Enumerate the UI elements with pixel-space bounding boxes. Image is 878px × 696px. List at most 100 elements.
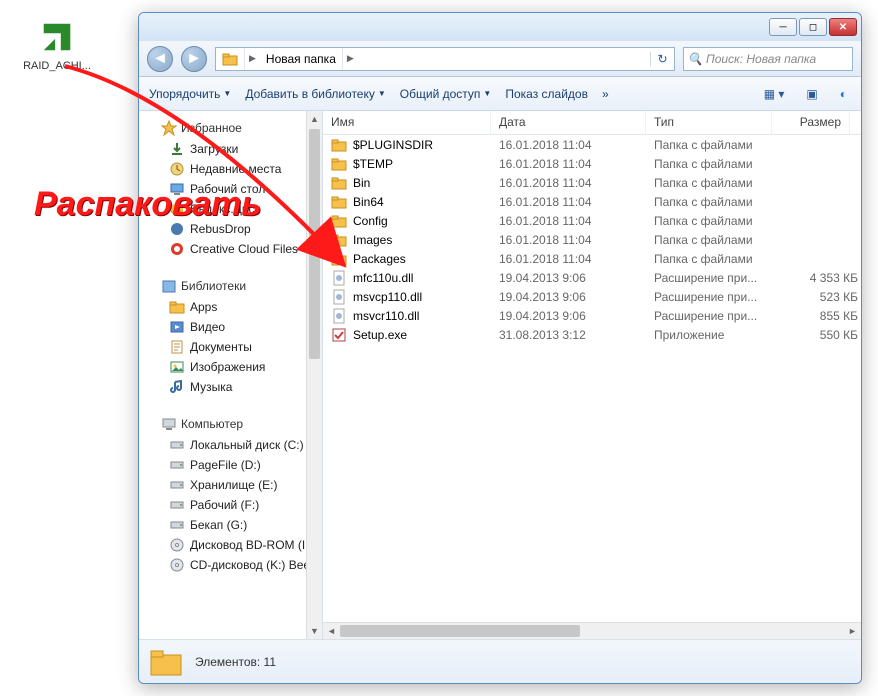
file-type: Расширение при... [654,271,780,285]
file-row[interactable]: Images16.01.2018 11:04Папка с файлами [323,230,861,249]
address-bar[interactable]: ▶ Новая папка ▶ ↻ [215,47,675,71]
sidebar-scrollbar[interactable]: ▲▼ [306,111,322,639]
file-date: 16.01.2018 11:04 [499,233,654,247]
sidebar-item-label: Видео [190,320,225,334]
sidebar-computer-item[interactable]: CD-дисковод (K:) Bee [147,555,318,575]
dll-icon [331,289,347,305]
sidebar-favorites-item[interactable]: Недавние места [147,159,318,179]
sidebar-computer-item[interactable]: PageFile (D:) [147,455,318,475]
file-row[interactable]: $TEMP16.01.2018 11:04Папка с файлами [323,154,861,173]
minimize-button[interactable]: ─ [769,18,797,36]
file-row[interactable]: $PLUGINSDIR16.01.2018 11:04Папка с файла… [323,135,861,154]
file-row[interactable]: mfc110u.dll19.04.2013 9:06Расширение при… [323,268,861,287]
file-name: $TEMP [353,157,499,171]
sidebar-libraries-item[interactable]: Apps [147,297,318,317]
file-date: 16.01.2018 11:04 [499,138,654,152]
sidebar-computer[interactable]: Компьютер [147,413,318,435]
desktop-shortcut-label: RAID_ACHI... [18,60,96,72]
cc-icon [169,241,185,257]
file-name: Images [353,233,499,247]
organize-button[interactable]: Упорядочить▼ [149,87,231,101]
file-row[interactable]: msvcp110.dll19.04.2013 9:06Расширение пр… [323,287,861,306]
col-type[interactable]: Тип [646,111,772,134]
sidebar-computer-item[interactable]: Локальный диск (C:) [147,435,318,455]
titlebar[interactable]: ─ ◻ ✕ [139,13,861,41]
sidebar-libraries-item[interactable]: Видео [147,317,318,337]
folder-icon [331,232,347,248]
file-date: 19.04.2013 9:06 [499,309,654,323]
status-count: Элементов: 11 [195,655,276,669]
sidebar-computer-item[interactable]: Бекап (G:) [147,515,318,535]
sidebar-favorites-item[interactable]: Рабочий стол [147,179,318,199]
exe-icon [331,327,347,343]
column-headers: Имя Дата Тип Размер [323,111,861,135]
file-size: 4 353 КБ [780,271,858,285]
file-scrollbar-h[interactable]: ◄► [323,622,861,639]
help-button[interactable]: ◐ [836,85,851,103]
address-root[interactable] [216,48,245,70]
file-type: Папка с файлами [654,252,780,266]
file-name: mfc110u.dll [353,271,499,285]
amd-icon [38,18,76,56]
view-button[interactable]: ▦ ▾ [760,85,789,103]
sidebar-item-label: Недавние места [190,162,281,176]
sidebar-item-label: Бекап (G:) [190,518,247,532]
hdd-icon [169,457,185,473]
file-row[interactable]: Setup.exe31.08.2013 3:12Приложение550 КБ [323,325,861,344]
col-size[interactable]: Размер [772,111,850,134]
chevron-right-icon[interactable]: ▶ [245,53,260,64]
forward-button[interactable]: ► [181,46,207,72]
file-name: msvcp110.dll [353,290,499,304]
rebus-icon [169,221,185,237]
nav-pane: Избранное Загрузки Недавние места Рабочий … [139,111,323,639]
file-type: Папка с файлами [654,195,780,209]
file-row[interactable]: Bin6416.01.2018 11:04Папка с файлами [323,192,861,211]
more-button[interactable]: » [602,87,609,101]
share-button[interactable]: Общий доступ▼ [400,87,492,101]
sidebar-favorites[interactable]: Избранное [147,117,318,139]
file-type: Папка с файлами [654,138,780,152]
desktop-shortcut[interactable]: RAID_ACHI... [18,18,96,72]
add-to-library-button[interactable]: Добавить в библиотеку▼ [245,87,385,101]
file-row[interactable]: msvcr110.dll19.04.2013 9:06Расширение пр… [323,306,861,325]
file-type: Расширение при... [654,290,780,304]
file-row[interactable]: Config16.01.2018 11:04Папка с файлами [323,211,861,230]
file-date: 16.01.2018 11:04 [499,195,654,209]
sidebar-libraries-item[interactable]: Документы [147,337,318,357]
file-date: 31.08.2013 3:12 [499,328,654,342]
file-row[interactable]: Bin16.01.2018 11:04Папка с файлами [323,173,861,192]
preview-pane-button[interactable]: ▣ [802,85,821,103]
sidebar-libraries-item[interactable]: Музыка [147,377,318,397]
file-name: Setup.exe [353,328,499,342]
file-date: 16.01.2018 11:04 [499,214,654,228]
sidebar-computer-item[interactable]: Рабочий (F:) [147,495,318,515]
maximize-button[interactable]: ◻ [799,18,827,36]
sidebar-libraries-item[interactable]: Изображения [147,357,318,377]
sidebar-favorites-item[interactable]: RebusDrop [147,219,318,239]
refresh-button[interactable]: ↻ [650,52,674,66]
folder-icon [149,645,183,679]
slideshow-button[interactable]: Показ слайдов [505,87,588,101]
sidebar-favorites-item[interactable]: Creative Cloud Files [147,239,318,259]
file-row[interactable]: Packages16.01.2018 11:04Папка с файлами [323,249,861,268]
address-segment[interactable]: Новая папка [260,48,343,70]
sidebar-libraries[interactable]: Библиотеки [147,275,318,297]
sidebar-item-label: Рабочий (F:) [190,498,259,512]
sidebar-item-label: Загрузки [190,142,238,156]
chevron-right-icon[interactable]: ▶ [343,53,358,64]
sidebar-computer-item[interactable]: Хранилище (E:) [147,475,318,495]
download-icon [169,141,185,157]
search-input[interactable]: 🔍 Поиск: Новая папка [683,47,853,71]
sidebar-computer-item[interactable]: Дисковод BD-ROM (I [147,535,318,555]
status-bar: Элементов: 11 [139,639,861,683]
sidebar-item-label: Документы [190,340,252,354]
sidebar-favorites-item[interactable]: Загрузки [147,139,318,159]
sidebar-favorites-item[interactable]: Яндекс.Диск [147,199,318,219]
col-date[interactable]: Дата [491,111,646,134]
close-button[interactable]: ✕ [829,18,857,36]
back-button[interactable]: ◄ [147,46,173,72]
col-name[interactable]: Имя [323,111,491,134]
file-date: 16.01.2018 11:04 [499,252,654,266]
hdd-icon [169,477,185,493]
dll-icon [331,308,347,324]
